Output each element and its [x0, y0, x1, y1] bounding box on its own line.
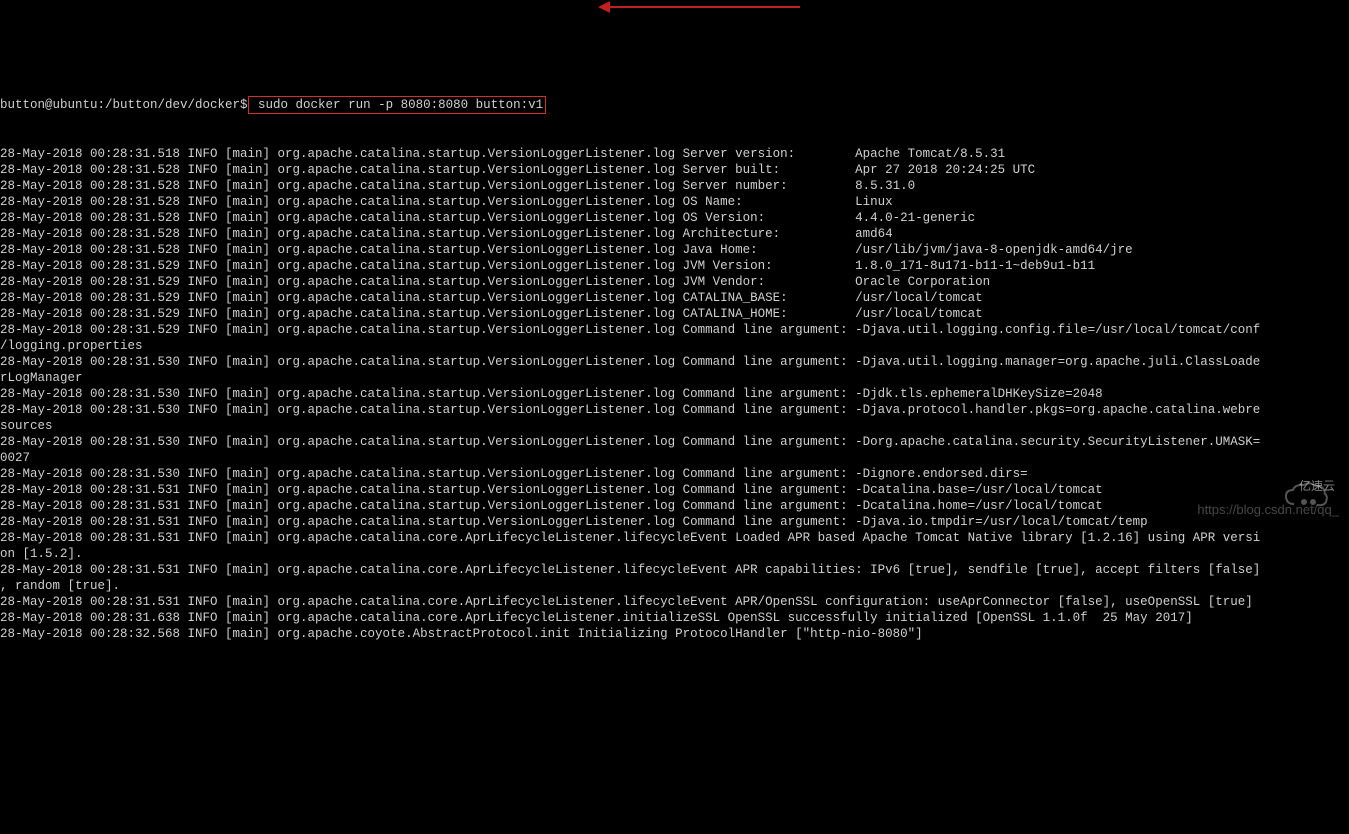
log-line: 28-May-2018 00:28:31.531 INFO [main] org… [0, 498, 1349, 514]
log-line: 28-May-2018 00:28:31.530 INFO [main] org… [0, 354, 1349, 370]
log-line: 28-May-2018 00:28:32.568 INFO [main] org… [0, 626, 1349, 642]
log-line: 28-May-2018 00:28:31.528 INFO [main] org… [0, 226, 1349, 242]
highlighted-command: sudo docker run -p 8080:8080 button:v1 [248, 96, 547, 114]
command-line[interactable]: button@ubuntu:/button/dev/docker$ sudo d… [0, 96, 1349, 114]
log-line: 28-May-2018 00:28:31.518 INFO [main] org… [0, 146, 1349, 162]
log-line: 0027 [0, 450, 1349, 466]
log-line: 28-May-2018 00:28:31.528 INFO [main] org… [0, 194, 1349, 210]
log-line: 28-May-2018 00:28:31.529 INFO [main] org… [0, 258, 1349, 274]
log-line: 28-May-2018 00:28:31.529 INFO [main] org… [0, 306, 1349, 322]
log-line: 28-May-2018 00:28:31.529 INFO [main] org… [0, 274, 1349, 290]
log-line: 28-May-2018 00:28:31.531 INFO [main] org… [0, 482, 1349, 498]
watermark-cn-text: 亿速云 [1299, 478, 1335, 494]
log-line: rLogManager [0, 370, 1349, 386]
log-line: 28-May-2018 00:28:31.528 INFO [main] org… [0, 242, 1349, 258]
log-line: on [1.5.2]. [0, 546, 1349, 562]
shell-prompt: button@ubuntu:/button/dev/docker$ [0, 97, 248, 113]
log-lines: 28-May-2018 00:28:31.518 INFO [main] org… [0, 146, 1349, 642]
log-line: , random [true]. [0, 578, 1349, 594]
annotation-arrow [610, 6, 800, 8]
log-line: 28-May-2018 00:28:31.528 INFO [main] org… [0, 178, 1349, 194]
log-line: 28-May-2018 00:28:31.531 INFO [main] org… [0, 562, 1349, 578]
log-line: 28-May-2018 00:28:31.531 INFO [main] org… [0, 530, 1349, 546]
log-line: 28-May-2018 00:28:31.529 INFO [main] org… [0, 322, 1349, 338]
log-line: 28-May-2018 00:28:31.528 INFO [main] org… [0, 162, 1349, 178]
log-line: 28-May-2018 00:28:31.531 INFO [main] org… [0, 514, 1349, 530]
log-line: 28-May-2018 00:28:31.530 INFO [main] org… [0, 434, 1349, 450]
log-line: 28-May-2018 00:28:31.530 INFO [main] org… [0, 386, 1349, 402]
watermark-url: https://blog.csdn.net/qq_ [1197, 502, 1339, 518]
log-line: 28-May-2018 00:28:31.530 INFO [main] org… [0, 466, 1349, 482]
log-line: 28-May-2018 00:28:31.529 INFO [main] org… [0, 290, 1349, 306]
terminal-output[interactable]: button@ubuntu:/button/dev/docker$ sudo d… [0, 64, 1349, 658]
log-line: sources [0, 418, 1349, 434]
log-line: /logging.properties [0, 338, 1349, 354]
log-line: 28-May-2018 00:28:31.528 INFO [main] org… [0, 210, 1349, 226]
log-line: 28-May-2018 00:28:31.530 INFO [main] org… [0, 402, 1349, 418]
log-line: 28-May-2018 00:28:31.638 INFO [main] org… [0, 610, 1349, 626]
log-line: 28-May-2018 00:28:31.531 INFO [main] org… [0, 594, 1349, 610]
